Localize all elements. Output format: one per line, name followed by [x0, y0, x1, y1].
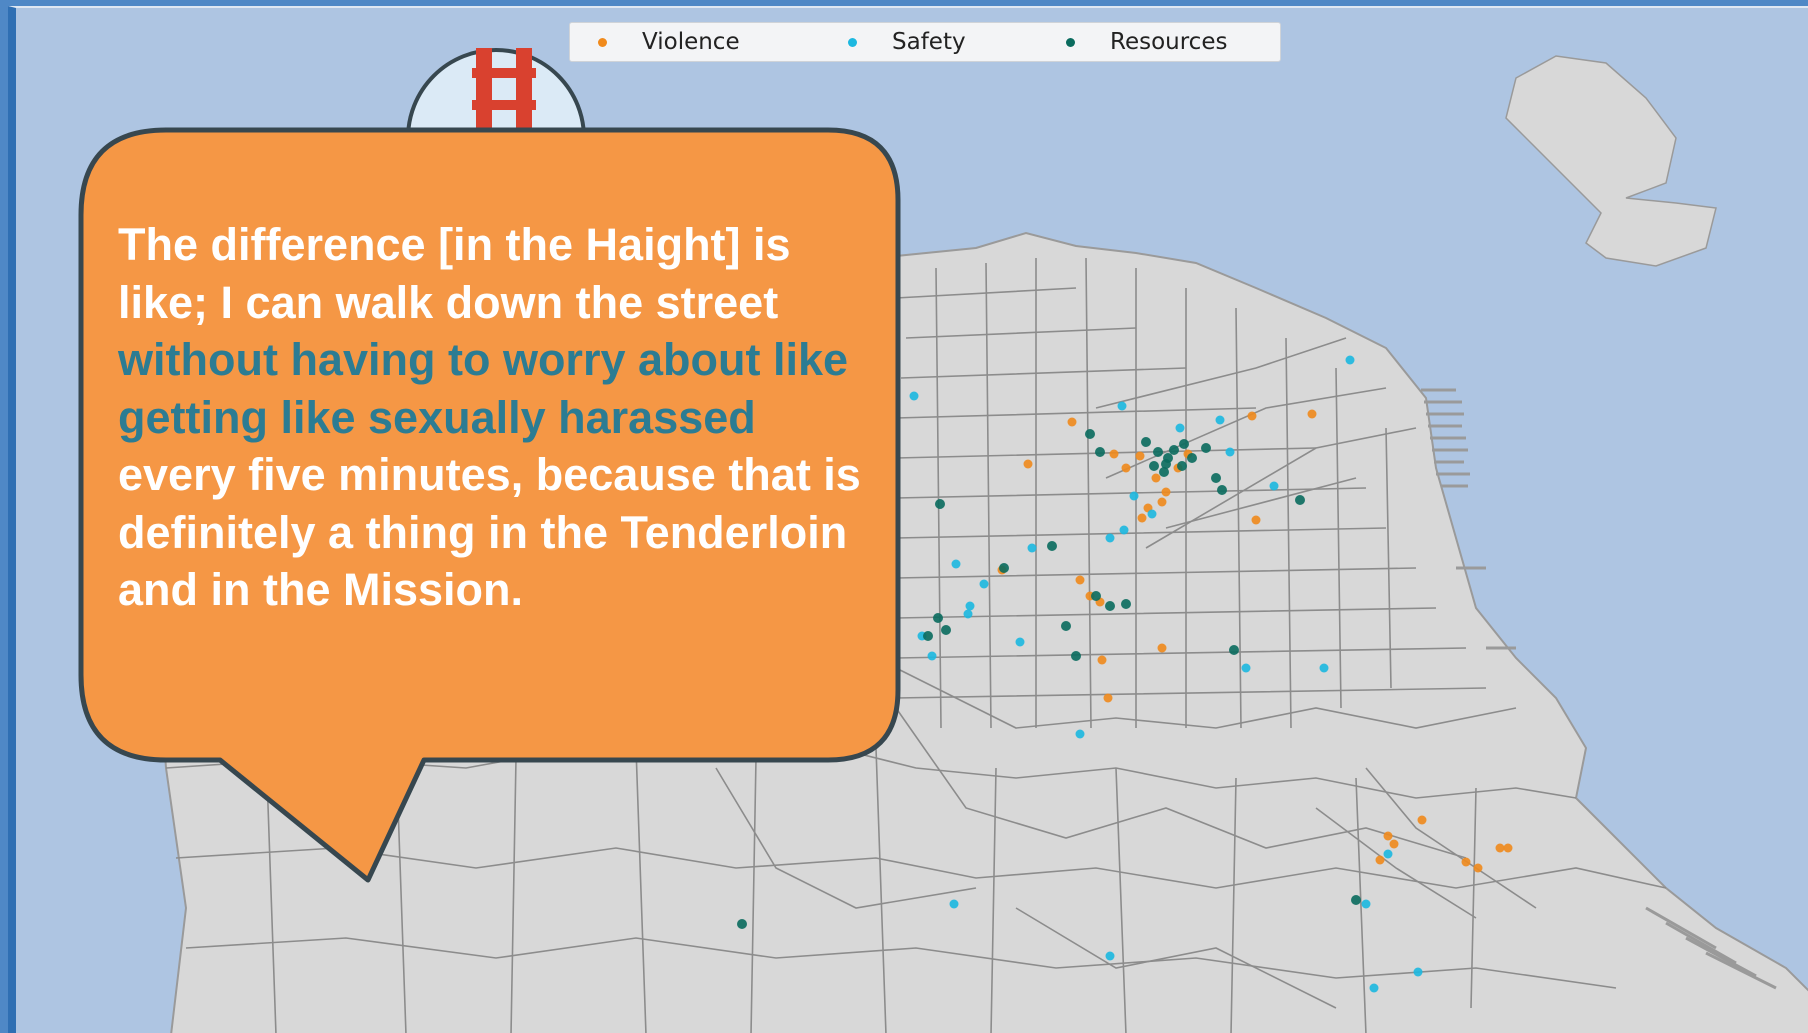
resources-point: [1159, 467, 1169, 477]
safety-point: [949, 899, 959, 909]
violence-point: [1067, 417, 1077, 427]
legend-safety-marker: [848, 38, 857, 47]
violence-point: [1473, 863, 1483, 873]
map-frame: Violence Safety Resources The difference…: [8, 6, 1808, 1033]
resources-point: [1047, 541, 1057, 551]
safety-point: [963, 609, 973, 619]
violence-point: [1417, 815, 1427, 825]
violence-point: [1383, 831, 1393, 841]
legend-label-safety: Safety: [892, 29, 966, 55]
resources-point: [1187, 453, 1197, 463]
resources-point: [1153, 447, 1163, 457]
violence-point: [1375, 855, 1385, 865]
resources-point: [737, 919, 747, 929]
safety-point: [1383, 849, 1393, 859]
resources-point: [933, 613, 943, 623]
violence-point: [1161, 487, 1171, 497]
safety-point: [1225, 447, 1235, 457]
resources-point: [923, 631, 933, 641]
resources-point: [1091, 591, 1101, 601]
violence-point: [1251, 515, 1261, 525]
resources-point: [1295, 495, 1305, 505]
resources-point: [941, 625, 951, 635]
violence-point: [1137, 513, 1147, 523]
violence-point: [1307, 409, 1317, 419]
resources-point: [935, 499, 945, 509]
safety-point: [1269, 481, 1279, 491]
safety-point: [1075, 729, 1085, 739]
resources-point: [1163, 453, 1173, 463]
resources-point: [1211, 473, 1221, 483]
violence-point: [1461, 857, 1471, 867]
legend-label-resources: Resources: [1110, 29, 1228, 55]
violence-point: [1151, 473, 1161, 483]
safety-point: [1215, 415, 1225, 425]
safety-point: [1129, 491, 1139, 501]
quote-highlight: without having to worry about like getti…: [118, 334, 849, 443]
safety-point: [1241, 663, 1251, 673]
safety-point: [1117, 401, 1127, 411]
violence-point: [1135, 451, 1145, 461]
resources-point: [1169, 445, 1179, 455]
safety-point: [1119, 525, 1129, 535]
resources-point: [1149, 461, 1159, 471]
violence-point: [1247, 411, 1257, 421]
legend-resources-marker: [1066, 38, 1075, 47]
resources-point: [1085, 429, 1095, 439]
violence-point: [1121, 463, 1131, 473]
safety-point: [979, 579, 989, 589]
safety-point: [927, 651, 937, 661]
safety-point: [1147, 509, 1157, 519]
resources-point: [1121, 599, 1131, 609]
safety-point: [1105, 951, 1115, 961]
resources-point: [999, 563, 1009, 573]
violence-point: [1103, 693, 1113, 703]
resources-point: [1095, 447, 1105, 457]
safety-point: [1413, 967, 1423, 977]
safety-point: [965, 601, 975, 611]
violence-point: [1503, 843, 1513, 853]
safety-point: [1105, 533, 1115, 543]
resources-point: [1105, 601, 1115, 611]
resources-point: [1179, 439, 1189, 449]
safety-point: [1319, 663, 1329, 673]
safety-point: [1361, 899, 1371, 909]
safety-point: [951, 559, 961, 569]
quote-part-1: The difference [in the Haight] is like; …: [118, 219, 791, 328]
safety-point: [1345, 355, 1355, 365]
violence-point: [1389, 839, 1399, 849]
legend-violence-marker: [598, 38, 607, 47]
violence-point: [1157, 643, 1167, 653]
safety-point: [1027, 543, 1037, 553]
violence-point: [1075, 575, 1085, 585]
safety-point: [1175, 423, 1185, 433]
violence-point: [1495, 843, 1505, 853]
violence-point: [1109, 449, 1119, 459]
resources-point: [1201, 443, 1211, 453]
legend-label-violence: Violence: [642, 29, 740, 55]
violence-point: [1023, 459, 1033, 469]
safety-point: [1369, 983, 1379, 993]
quote-part-2: every five minutes, because that is defi…: [118, 449, 861, 615]
map-legend: Violence Safety Resources: [569, 22, 1281, 62]
resources-point: [1351, 895, 1361, 905]
resources-point: [1061, 621, 1071, 631]
safety-point: [1015, 637, 1025, 647]
resources-point: [1217, 485, 1227, 495]
resources-point: [1071, 651, 1081, 661]
safety-point: [909, 391, 919, 401]
violence-point: [1097, 655, 1107, 665]
resources-point: [1141, 437, 1151, 447]
quote-text: The difference [in the Haight] is like; …: [118, 216, 878, 619]
resources-point: [1229, 645, 1239, 655]
resources-point: [1177, 461, 1187, 471]
violence-point: [1157, 497, 1167, 507]
